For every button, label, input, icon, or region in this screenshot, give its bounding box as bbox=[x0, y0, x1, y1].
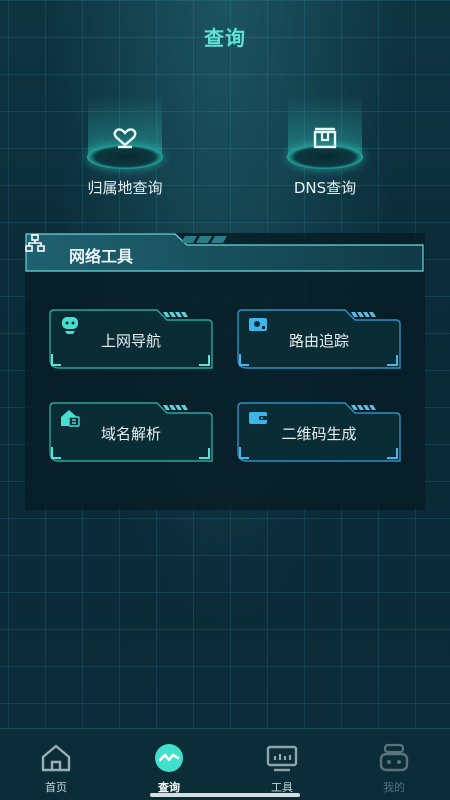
pulse-icon bbox=[155, 744, 183, 772]
location-query-button[interactable]: 归属地查询 bbox=[50, 95, 200, 205]
route-trace-button[interactable]: 路由追踪 bbox=[237, 309, 401, 369]
location-heart-icon bbox=[113, 128, 137, 149]
tab-home-label: 首页 bbox=[45, 781, 67, 794]
home-icon bbox=[41, 744, 71, 772]
web-navigation-label: 上网导航 bbox=[100, 332, 161, 350]
route-trace-label: 路由追踪 bbox=[288, 332, 349, 350]
robot-face-icon bbox=[379, 743, 409, 772]
dns-query-button[interactable]: DNS查询 bbox=[250, 95, 400, 205]
location-query-label: 归属地查询 bbox=[87, 179, 163, 197]
panel-title: 网络工具 bbox=[69, 247, 134, 266]
network-tools-panel: 网络工具 上网导航 路由追踪 域名解析 二维码生成 bbox=[25, 233, 425, 510]
domain-resolve-label: 域名解析 bbox=[100, 425, 161, 443]
home-indicator bbox=[150, 793, 300, 797]
panel-header: 网络工具 bbox=[25, 233, 425, 273]
qrcode-generate-label: 二维码生成 bbox=[281, 425, 357, 443]
tab-profile-label: 我的 bbox=[383, 781, 405, 794]
dns-query-label: DNS查询 bbox=[293, 179, 357, 197]
domain-resolve-button[interactable]: 域名解析 bbox=[49, 402, 213, 462]
tab-query[interactable]: 查询 bbox=[129, 739, 209, 797]
network-icon bbox=[25, 234, 45, 252]
bottom-tab-bar: 首页 查询 工具 我的 bbox=[0, 728, 450, 800]
web-navigation-button[interactable]: 上网导航 bbox=[49, 309, 213, 369]
toolbox-icon bbox=[266, 745, 298, 772]
tab-tools[interactable]: 工具 bbox=[242, 739, 322, 797]
server-icon bbox=[313, 127, 337, 149]
qrcode-generate-button[interactable]: 二维码生成 bbox=[237, 402, 401, 462]
tab-home[interactable]: 首页 bbox=[16, 739, 96, 797]
page-title: 查询 bbox=[204, 26, 246, 50]
tab-profile[interactable]: 我的 bbox=[354, 739, 434, 797]
